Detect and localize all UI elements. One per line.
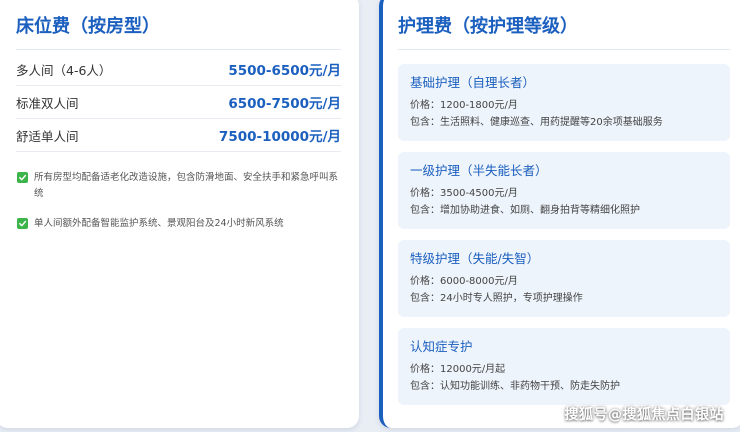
price-row: 多人间（4-6人） 5500-6500元/月	[16, 53, 341, 86]
care-level-includes: 包含：认知功能训练、非药物干预、防走失防护	[410, 381, 620, 392]
price-row: 标准双人间 6500-7500元/月	[16, 86, 341, 119]
bed-fee-list: 多人间（4-6人） 5500-6500元/月 标准双人间 6500-7500元/…	[16, 53, 341, 152]
care-fee-card: 护理费（按护理等级） 基础护理（自理长者） 价格：1200-1800元/月 包含…	[379, 0, 740, 428]
care-level-includes: 包含：增加协助进食、如厕、翻身拍背等精细化照护	[410, 205, 640, 216]
room-price: 7500-10000元/月	[218, 129, 341, 145]
room-type-label: 多人间（4-6人）	[16, 62, 112, 78]
room-price: 6500-7500元/月	[228, 96, 341, 112]
care-level-includes: 包含：24小时专人照护，专项护理操作	[410, 293, 583, 304]
care-fee-title: 护理费（按护理等级）	[398, 14, 730, 50]
care-level-price: 价格：1200-1800元/月	[410, 100, 518, 111]
care-level-item: 基础护理（自理长者） 价格：1200-1800元/月 包含：生活照料、健康巡查、…	[398, 64, 730, 141]
note-text: 单人间额外配备智能监护系统、景观阳台及24小时新风系统	[34, 218, 284, 229]
watermark: 搜狐号@搜狐焦点白银站	[564, 407, 724, 423]
checkbox-checked-icon	[17, 172, 28, 183]
bed-fee-card: 床位费（按房型） 多人间（4-6人） 5500-6500元/月 标准双人间 65…	[0, 0, 359, 428]
price-row: 舒适单人间 7500-10000元/月	[16, 119, 341, 152]
care-level-name: 基础护理（自理长者）	[410, 75, 536, 90]
checkbox-checked-icon	[17, 218, 28, 229]
note-item: 所有房型均配备适老化改造设施，包含防滑地面、安全扶手和紧急呼叫系统	[16, 170, 341, 202]
note-item: 单人间额外配备智能监护系统、景观阳台及24小时新风系统	[16, 216, 341, 232]
room-type-label: 舒适单人间	[16, 128, 79, 144]
care-level-item: 认知症专护 价格：12000元/月起 包含：认知功能训练、非药物干预、防走失防护	[398, 328, 730, 405]
note-text: 所有房型均配备适老化改造设施，包含防滑地面、安全扶手和紧急呼叫系统	[34, 172, 339, 199]
care-level-name: 一级护理（半失能长者）	[410, 163, 548, 178]
care-level-item: 特级护理（失能/失智） 价格：6000-8000元/月 包含：24小时专人照护，…	[398, 240, 730, 317]
bed-fee-title: 床位费（按房型）	[16, 14, 341, 50]
care-level-item: 一级护理（半失能长者） 价格：3500-4500元/月 包含：增加协助进食、如厕…	[398, 152, 730, 229]
room-price: 5500-6500元/月	[228, 63, 341, 79]
care-level-price: 价格：6000-8000元/月	[410, 276, 518, 287]
facility-notes: 所有房型均配备适老化改造设施，包含防滑地面、安全扶手和紧急呼叫系统 单人间额外配…	[16, 170, 341, 232]
care-level-price: 价格：12000元/月起	[410, 364, 506, 375]
care-level-list: 基础护理（自理长者） 价格：1200-1800元/月 包含：生活照料、健康巡查、…	[398, 64, 730, 405]
care-level-name: 认知症专护	[410, 339, 473, 354]
care-level-price: 价格：3500-4500元/月	[410, 188, 518, 199]
care-level-name: 特级护理（失能/失智）	[410, 251, 540, 266]
care-level-includes: 包含：生活照料、健康巡查、用药提醒等20余项基础服务	[410, 117, 663, 128]
room-type-label: 标准双人间	[16, 95, 79, 111]
